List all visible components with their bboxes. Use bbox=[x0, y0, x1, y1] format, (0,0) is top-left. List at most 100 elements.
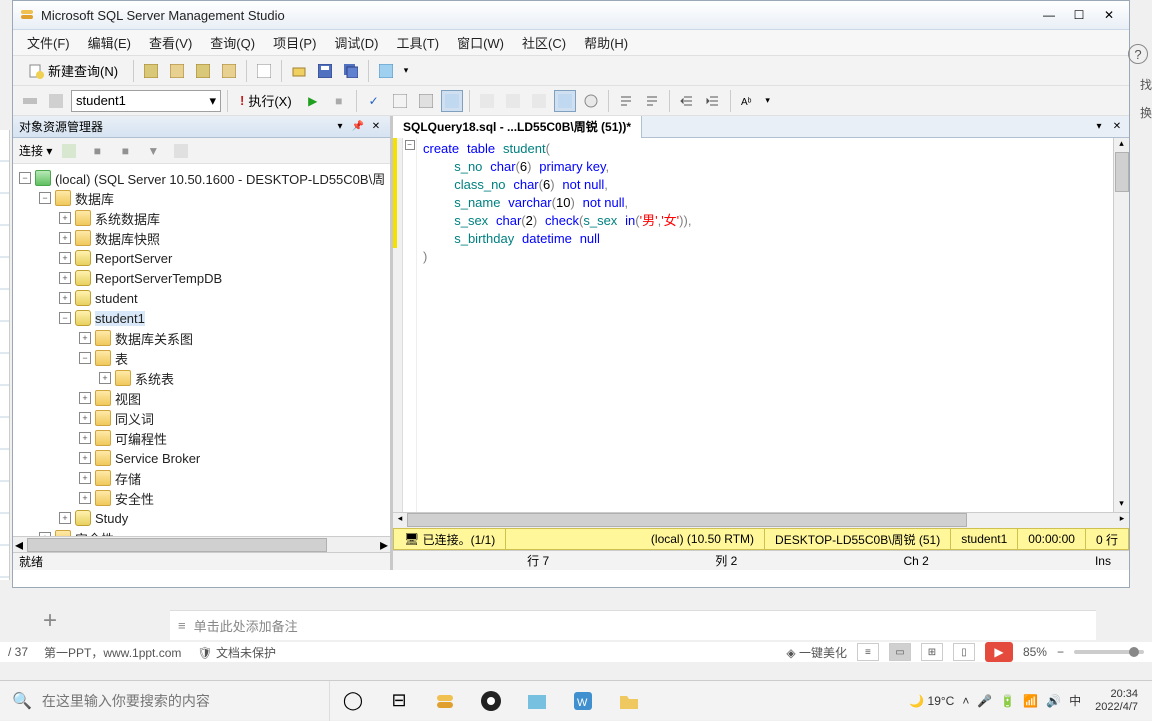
expand-icon[interactable]: + bbox=[59, 232, 71, 244]
edge-replace[interactable]: 换 bbox=[1140, 104, 1152, 121]
oe-hscroll[interactable]: ◂▸ bbox=[13, 536, 390, 552]
oe-close-icon[interactable]: ✕ bbox=[368, 119, 384, 135]
expand-icon[interactable]: + bbox=[99, 372, 111, 384]
oe-pin-icon[interactable]: 📌 bbox=[350, 119, 366, 135]
fold-icon[interactable]: − bbox=[405, 140, 415, 150]
menu-edit[interactable]: 编辑(E) bbox=[80, 30, 139, 55]
menu-project[interactable]: 项目(P) bbox=[265, 30, 324, 55]
add-slide-button[interactable]: + bbox=[30, 606, 70, 636]
tree-views[interactable]: 视图 bbox=[115, 389, 141, 408]
clock[interactable]: 20:34 2022/4/7 bbox=[1089, 688, 1144, 714]
slideshow-button[interactable]: ▶ bbox=[985, 642, 1013, 662]
expand-icon[interactable]: + bbox=[59, 252, 71, 264]
tb2-btn-10[interactable] bbox=[502, 90, 524, 112]
expand-icon[interactable]: + bbox=[59, 292, 71, 304]
view-sorter[interactable]: ⊞ bbox=[921, 643, 943, 661]
database-selector[interactable]: student1 ▾ bbox=[71, 90, 221, 112]
comment-button[interactable] bbox=[615, 90, 637, 112]
tb2-btn-9[interactable] bbox=[476, 90, 498, 112]
tb2-btn-8-active[interactable] bbox=[441, 90, 463, 112]
indent-button[interactable] bbox=[676, 90, 698, 112]
tb-btn-5[interactable] bbox=[253, 60, 275, 82]
tb2-btn-13[interactable] bbox=[580, 90, 602, 112]
expand-icon[interactable]: + bbox=[79, 452, 91, 464]
search-input[interactable] bbox=[42, 693, 317, 709]
save-all-button[interactable] bbox=[340, 60, 362, 82]
tree-security2[interactable]: 安全性 bbox=[75, 529, 114, 537]
oe-tb-5[interactable] bbox=[170, 140, 192, 162]
ime-indicator[interactable]: 中 bbox=[1069, 692, 1081, 709]
zoom-slider[interactable] bbox=[1074, 650, 1144, 654]
activity-monitor-button[interactable] bbox=[375, 60, 397, 82]
tree-student[interactable]: student bbox=[95, 291, 138, 306]
toolbar-overflow[interactable]: ▾ bbox=[401, 60, 411, 82]
maximize-button[interactable]: ☐ bbox=[1065, 5, 1093, 25]
tree-security1[interactable]: 安全性 bbox=[115, 489, 154, 508]
tree-sysdb[interactable]: 系统数据库 bbox=[95, 209, 160, 228]
tb2-btn-7[interactable] bbox=[415, 90, 437, 112]
app-obs[interactable] bbox=[468, 681, 514, 721]
editor-hscroll[interactable]: ◂▸ bbox=[393, 512, 1129, 528]
editor-tab[interactable]: SQLQuery18.sql - ...LD55C0B\周锐 (51))* bbox=[393, 116, 642, 138]
tree-diagram[interactable]: 数据库关系图 bbox=[115, 329, 193, 348]
oe-dropdown-icon[interactable]: ▾ bbox=[332, 119, 348, 135]
collapse-icon[interactable]: − bbox=[79, 352, 91, 364]
tb2-btn-12-active[interactable] bbox=[554, 90, 576, 112]
taskbar-search[interactable]: 🔍 bbox=[0, 681, 330, 721]
app-wps[interactable]: W bbox=[560, 681, 606, 721]
menu-file[interactable]: 文件(F) bbox=[19, 30, 78, 55]
close-button[interactable]: ✕ bbox=[1095, 5, 1123, 25]
tree-student1[interactable]: student1 bbox=[95, 311, 145, 326]
save-button[interactable] bbox=[314, 60, 336, 82]
tb2-btn-2[interactable] bbox=[45, 90, 67, 112]
expand-icon[interactable]: + bbox=[79, 412, 91, 424]
tree-study[interactable]: Study bbox=[95, 511, 128, 526]
expand-icon[interactable]: + bbox=[79, 492, 91, 504]
new-query-button[interactable]: 新建查询(N) bbox=[19, 59, 127, 83]
expand-icon[interactable]: + bbox=[79, 332, 91, 344]
collapse-icon[interactable]: − bbox=[39, 192, 51, 204]
menu-tools[interactable]: 工具(T) bbox=[388, 30, 447, 55]
uncomment-button[interactable] bbox=[641, 90, 663, 112]
editor-vscroll[interactable]: ▴▾ bbox=[1113, 138, 1129, 512]
tray-volume-icon[interactable]: 🔊 bbox=[1046, 694, 1061, 708]
collapse-icon[interactable]: − bbox=[19, 172, 31, 184]
task-view-button[interactable]: ◯ bbox=[330, 681, 376, 721]
expand-icon[interactable]: + bbox=[79, 472, 91, 484]
tree-systables[interactable]: 系统表 bbox=[135, 369, 174, 388]
code-editor[interactable]: − create table student( s_no char(6) pri… bbox=[393, 138, 1129, 512]
tb-btn-1[interactable] bbox=[140, 60, 162, 82]
menu-community[interactable]: 社区(C) bbox=[514, 30, 574, 55]
menu-help[interactable]: 帮助(H) bbox=[576, 30, 636, 55]
outdent-button[interactable] bbox=[702, 90, 724, 112]
cortana-button[interactable]: ⊟ bbox=[376, 681, 422, 721]
expand-icon[interactable]: + bbox=[59, 512, 71, 524]
tb2-btn-1[interactable] bbox=[19, 90, 41, 112]
tb-btn-3[interactable] bbox=[192, 60, 214, 82]
tree-synonyms[interactable]: 同义词 bbox=[115, 409, 154, 428]
menu-query[interactable]: 查询(Q) bbox=[202, 30, 263, 55]
help-icon[interactable]: ? bbox=[1128, 44, 1148, 64]
open-button[interactable] bbox=[288, 60, 310, 82]
view-reading[interactable]: ▯ bbox=[953, 643, 975, 661]
tab-close-icon[interactable]: ✕ bbox=[1109, 119, 1125, 135]
menu-debug[interactable]: 调试(D) bbox=[326, 30, 386, 55]
tree-server[interactable]: (local) (SQL Server 10.50.1600 - DESKTOP… bbox=[55, 169, 385, 188]
tb2-btn-6[interactable] bbox=[389, 90, 411, 112]
view-outline[interactable]: ≡ bbox=[857, 643, 879, 661]
debug-button[interactable]: ▶ bbox=[302, 90, 324, 112]
tree-storage[interactable]: 存储 bbox=[115, 469, 141, 488]
tray-mic-icon[interactable]: 🎤 bbox=[977, 694, 992, 708]
expand-icon[interactable]: + bbox=[79, 392, 91, 404]
app-ssms[interactable] bbox=[422, 681, 468, 721]
tab-dropdown-icon[interactable]: ▾ bbox=[1091, 119, 1107, 135]
tb2-btn-11[interactable] bbox=[528, 90, 550, 112]
tree-servicebroker[interactable]: Service Broker bbox=[115, 451, 200, 466]
expand-icon[interactable]: + bbox=[39, 532, 51, 536]
view-normal[interactable]: ▭ bbox=[889, 643, 911, 661]
tree-view[interactable]: −(local) (SQL Server 10.50.1600 - DESKTO… bbox=[13, 164, 390, 536]
notes-pane[interactable]: ≡ 单击此处添加备注 bbox=[170, 610, 1096, 640]
expand-icon[interactable]: + bbox=[59, 212, 71, 224]
stop-button[interactable]: ■ bbox=[328, 90, 350, 112]
zoom-out-button[interactable]: − bbox=[1057, 645, 1064, 659]
